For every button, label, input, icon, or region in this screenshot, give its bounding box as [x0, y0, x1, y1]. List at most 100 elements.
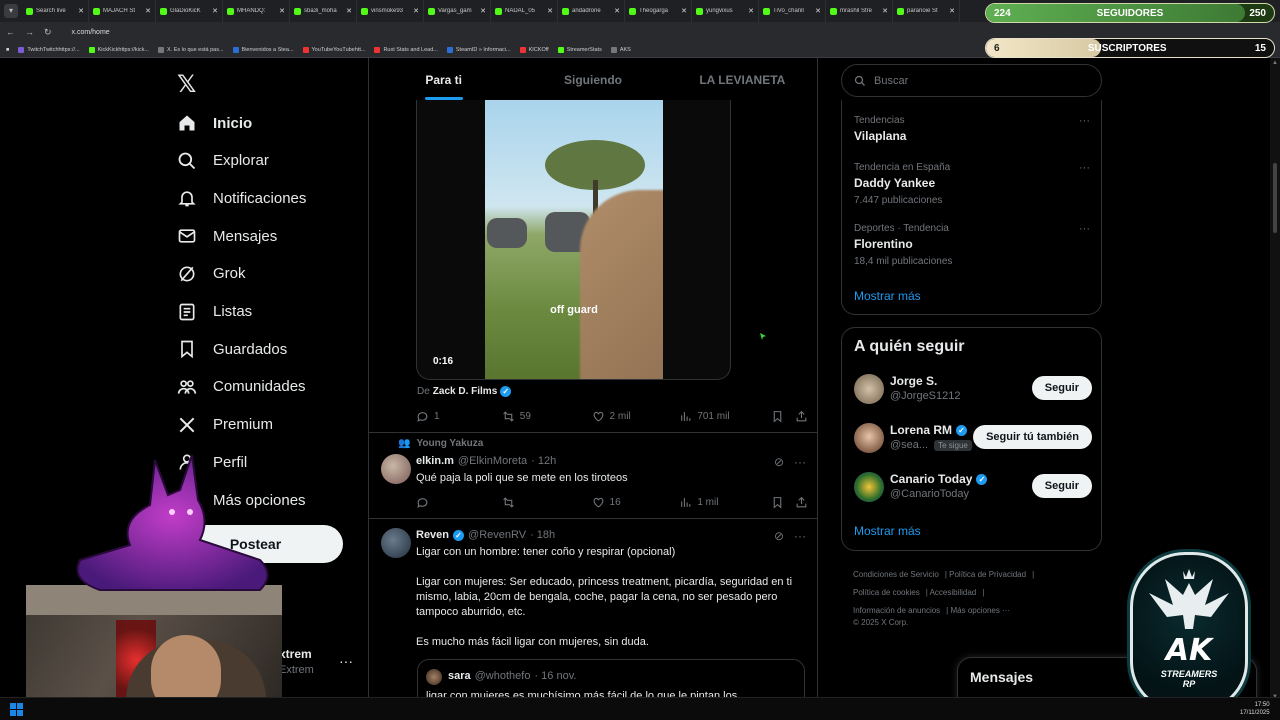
bookmark-item[interactable]: StreamerStats	[557, 46, 602, 53]
browser-tab[interactable]: TiVo_chanll ✕	[759, 0, 826, 22]
footer-link-cookies[interactable]: Política de cookies	[853, 588, 920, 597]
browser-tab[interactable]: GlaDioKicK ✕	[156, 0, 223, 22]
close-icon[interactable]: ✕	[815, 7, 821, 15]
follow-suggestion[interactable]: Jorge S. @JorgeS1212 Seguir	[854, 374, 1092, 406]
nav-item-guardados[interactable]: Guardados	[177, 334, 287, 364]
browser-tab[interactable]: yungvixus ✕	[692, 0, 759, 22]
views-button[interactable]: 701 mil	[679, 410, 771, 423]
tab-search-button[interactable]: ▾	[4, 4, 18, 18]
browser-tab[interactable]: sba3i_moha ✕	[290, 0, 357, 22]
video-frame[interactable]: off guard	[485, 100, 663, 379]
more-icon[interactable]: ···	[1079, 162, 1090, 174]
close-icon[interactable]: ✕	[346, 7, 352, 15]
bookmark-item[interactable]: TwitchTwitchhttps://...	[18, 46, 80, 53]
tab-la-levianeta[interactable]: LA LEVIANETA	[668, 60, 817, 100]
share-button[interactable]	[795, 410, 808, 423]
avatar[interactable]	[426, 669, 442, 685]
trend-item[interactable]: Tendencia en España Daddy Yankee 7.447 p…	[854, 162, 1090, 206]
profile-name[interactable]: xtrem	[279, 647, 312, 661]
back-icon[interactable]: ←	[6, 27, 15, 37]
tweet-author-handle[interactable]: @RevenRV	[468, 529, 526, 541]
close-icon[interactable]: ✕	[949, 7, 955, 15]
close-icon[interactable]: ✕	[480, 7, 486, 15]
social-context-label[interactable]: Young Yakuza	[416, 438, 483, 449]
tab-siguiendo[interactable]: Siguiendo	[518, 60, 667, 100]
browser-tab[interactable]: mrashil Stre ✕	[826, 0, 893, 22]
repost-button[interactable]: 59	[502, 410, 592, 423]
more-icon[interactable]: ···	[794, 529, 806, 543]
footer-link-more[interactable]: Más opciones ···	[950, 606, 1010, 615]
reply-button[interactable]	[416, 496, 502, 509]
close-icon[interactable]: ✕	[882, 7, 888, 15]
close-icon[interactable]: ✕	[279, 7, 285, 15]
forward-icon[interactable]: →	[25, 27, 34, 37]
footer-link-ads[interactable]: Información de anuncios	[853, 606, 940, 615]
trends-show-more[interactable]: Mostrar más	[854, 289, 921, 303]
trend-item[interactable]: Tendencias Vilaplana ···	[854, 115, 1090, 143]
bookmark-item[interactable]: KickKickhttps://kick...	[88, 46, 149, 53]
page-scrollbar[interactable]: ▲ ▼	[1270, 58, 1280, 720]
bookmark-item[interactable]: SteamID » Informaci...	[446, 46, 511, 53]
more-icon[interactable]: ···	[1079, 115, 1090, 127]
search-input[interactable]: Buscar	[841, 64, 1102, 97]
browser-tab[interactable]: Vargas_gam ✕	[424, 0, 491, 22]
nav-item-premium[interactable]: Premium	[177, 410, 273, 440]
follow-suggestion[interactable]: Canario Today ✓ @CanarioToday Seguir	[854, 472, 1092, 504]
repost-button[interactable]	[502, 496, 592, 509]
x-logo-icon[interactable]: 𝕏	[177, 70, 196, 98]
reply-button[interactable]: 1	[416, 410, 502, 423]
video-player[interactable]: off guard 0:16	[416, 100, 731, 380]
browser-tab[interactable]: Theogarga ✕	[625, 0, 692, 22]
footer-link-terms[interactable]: Condiciones de Servicio	[853, 570, 939, 579]
tweet-time[interactable]: · 12h	[531, 455, 556, 467]
tweet-author-name[interactable]: Reven	[416, 529, 449, 541]
browser-tab[interactable]: vinsmoke93 ✕	[357, 0, 424, 22]
nav-item-comunidades[interactable]: Comunidades	[177, 372, 306, 402]
avatar[interactable]	[854, 423, 884, 453]
follow-button[interactable]: Seguir	[1031, 474, 1092, 498]
bookmark-item[interactable]: Rust Stats and Lead...	[374, 46, 438, 53]
follow-button[interactable]: Seguir	[1031, 376, 1092, 400]
bookmark-item[interactable]: KICKOff	[519, 46, 549, 53]
more-icon[interactable]: ···	[1079, 223, 1090, 235]
nav-item-inicio[interactable]: Inicio	[177, 108, 252, 138]
bookmark-item[interactable]: YouTubeYouTubehtt...	[302, 46, 365, 53]
browser-tab[interactable]: NADAL_05 ✕	[491, 0, 558, 22]
browser-tab[interactable]: andadrone ✕	[558, 0, 625, 22]
like-button[interactable]: 2 mil	[592, 410, 680, 423]
trend-item[interactable]: Deportes · Tendencia Florentino 18,4 mil…	[854, 223, 1090, 267]
browser-tab[interactable]: MAJACH St ✕	[89, 0, 156, 22]
apps-icon[interactable]: ■	[6, 47, 9, 53]
avatar[interactable]	[854, 374, 884, 404]
follow-back-button[interactable]: Seguir tú también	[973, 425, 1092, 449]
footer-link-accessibility[interactable]: Accesibilidad	[930, 588, 977, 597]
footer-link-privacy[interactable]: Política de Privacidad	[949, 570, 1026, 579]
system-clock[interactable]: 17:50 17/11/2025	[1240, 701, 1270, 717]
tweet-time[interactable]: · 18h	[530, 529, 555, 541]
browser-tab[interactable]: Search live ✕	[22, 0, 89, 22]
share-button[interactable]	[795, 496, 808, 509]
scroll-up-icon[interactable]: ▲	[1272, 60, 1278, 66]
nav-item-mensajes[interactable]: Mensajes	[177, 221, 277, 251]
views-button[interactable]: 1 mil	[679, 496, 771, 509]
follow-suggestion[interactable]: Lorena RM ✓ @sea... Te sigue Seguir tú tam…	[854, 423, 1092, 455]
bookmark-item[interactable]: X. Es lo que está pas...	[157, 46, 224, 53]
like-button[interactable]: 16	[592, 496, 680, 509]
close-icon[interactable]: ✕	[748, 7, 754, 15]
profile-more-icon[interactable]: ···	[339, 653, 353, 669]
tab-para-ti[interactable]: Para ti	[369, 60, 518, 100]
nav-item-listas[interactable]: Listas	[177, 297, 252, 327]
browser-tab[interactable]: paranoie St ✕	[893, 0, 960, 22]
bookmark-button[interactable]	[771, 496, 795, 509]
tweet-author-name[interactable]: elkin.m	[416, 455, 454, 467]
close-icon[interactable]: ✕	[681, 7, 687, 15]
nav-item-explorar[interactable]: Explorar	[177, 146, 269, 176]
source-name[interactable]: Zack D. Films	[433, 386, 497, 397]
url-field[interactable]: x.com/home	[72, 29, 110, 36]
avatar[interactable]	[854, 472, 884, 502]
close-icon[interactable]: ✕	[413, 7, 419, 15]
close-icon[interactable]: ✕	[547, 7, 553, 15]
close-icon[interactable]: ✕	[145, 7, 151, 15]
grok-icon[interactable]: ⊘	[774, 455, 784, 469]
bookmark-item[interactable]: Bienvenidos a Stea...	[232, 46, 294, 53]
